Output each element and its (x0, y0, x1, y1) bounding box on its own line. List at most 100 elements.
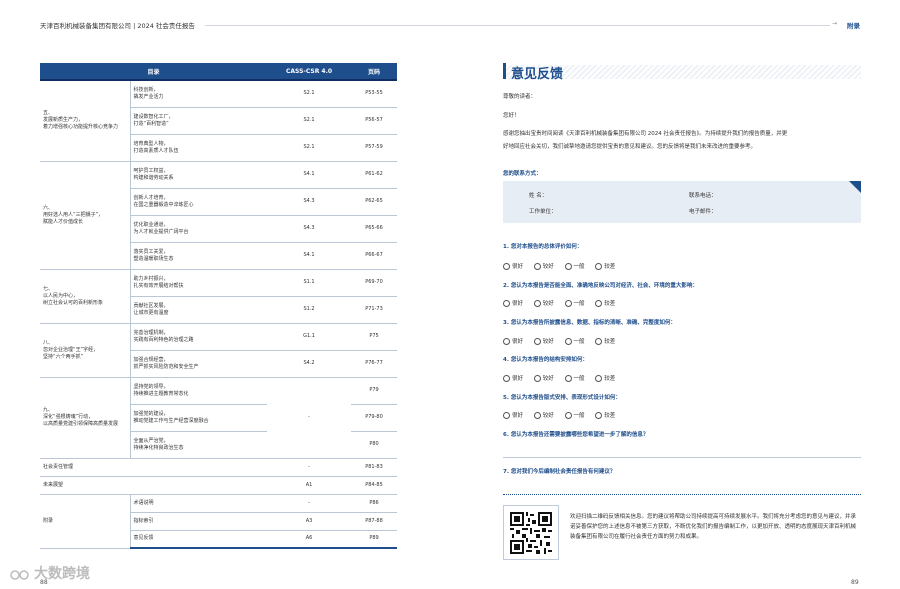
option-average[interactable]: 一般 (564, 262, 585, 270)
options-q4: 很好 较好 一般 较差 (503, 374, 624, 384)
section-cell: 培育典型人物， 打造高素质人才队伍 (130, 134, 268, 162)
page-cell: P61-62 (351, 161, 398, 189)
page-cell: P56-57 (351, 107, 398, 135)
question-1: 1. 您对本报告的总体评价如何： (503, 244, 583, 250)
page-number-right: 89 (851, 579, 859, 586)
page-cell: P66-67 (351, 242, 398, 270)
radio-icon (503, 262, 510, 270)
page-cell: P57-59 (351, 134, 398, 162)
corner-fold (849, 181, 861, 193)
report-title: 天津百利机械装备集团有限公司 | 2024 社会责任报告 (40, 22, 195, 30)
option-very-good[interactable]: 很好 (503, 299, 523, 307)
page-cell: P71-73 (351, 296, 398, 324)
code-cell: S4.3 (267, 215, 352, 243)
page-cell: P86 (351, 494, 398, 513)
heading-bar (503, 63, 506, 79)
name-label: 姓 名： (529, 193, 548, 199)
closing-text: 欢迎扫描二维码反馈相关信息。您的建议将帮助公司持续提高可持续发展水平。我们将充分… (570, 514, 857, 540)
option-good[interactable]: 较好 (533, 262, 554, 270)
radio-icon (564, 411, 572, 419)
radio-icon (564, 337, 572, 345)
page-cell: P79 (351, 377, 398, 405)
section-cell: 意见反馈 (130, 530, 268, 549)
chapter-cell: 八、 忽对企业治理“王”字经， 坚持“六个两手抓” (40, 323, 131, 378)
page-cell: P65-66 (351, 215, 398, 243)
qr-code-icon (510, 512, 552, 554)
watermark-text: 大数跨境 (34, 566, 90, 582)
radio-icon (595, 262, 603, 270)
page-cell: P81-83 (351, 458, 398, 477)
option-good[interactable]: 较好 (533, 411, 554, 419)
chapter-cell: 附录 (40, 494, 131, 549)
section-tag: 附录 (847, 22, 860, 30)
code-cell: S4.1 (267, 161, 352, 189)
intro-line-1: 感谢您抽出宝贵时间阅读《天津百利机械装备集团有限公司 2024 社会责任报告》。… (503, 131, 788, 137)
section-cell: 贡献社区发展， 让城市更有温度 (130, 296, 268, 324)
header-rule (205, 25, 830, 26)
code-cell: A6 (267, 530, 352, 549)
page-cell: P75 (351, 323, 398, 351)
option-very-good[interactable]: 很好 (503, 262, 523, 270)
answer-line-6 (503, 457, 861, 458)
question-6: 6. 您认为本报告还需要披露哪些您希望进一步了解的信息？ (503, 432, 649, 438)
option-average[interactable]: 一般 (564, 411, 585, 419)
option-good[interactable]: 较好 (533, 299, 554, 307)
option-average[interactable]: 一般 (564, 374, 585, 382)
watermark-logo-icon (10, 570, 29, 580)
section-cell: 坚持党的领导， 持续推进主题教育常态化 (130, 377, 268, 405)
chapter-cell: 未来展望 (40, 476, 268, 495)
options-q2: 很好 较好 一般 较差 (503, 299, 624, 309)
option-good[interactable]: 较好 (533, 374, 554, 382)
greeting: 尊敬的读者： (503, 94, 537, 100)
radio-icon (564, 299, 572, 307)
table-row: 八、 忽对企业治理“王”字经， 坚持“六个两手抓” 完善治理机制， 实践有百利特… (40, 323, 398, 378)
option-poor[interactable]: 较差 (595, 411, 615, 419)
chapter-cell: 社会责任管理 (40, 458, 268, 477)
code-cell: S2.1 (267, 134, 352, 162)
code-cell: S4.1 (267, 242, 352, 270)
code-cell: S2.1 (267, 107, 352, 135)
section-cell: 全面从严治党， 持续净化特良政治生态 (130, 431, 268, 459)
section-cell: 加强党的建设， 推动党建工作与生产经营深度融合 (130, 404, 268, 432)
option-very-good[interactable]: 很好 (503, 374, 523, 382)
hello-text: 您好！ (503, 113, 520, 119)
radio-icon (533, 374, 541, 382)
section-cell: 助力乡村振兴， 扎实有效开展结对帮扶 (130, 269, 268, 297)
section-cell: 科技创新， 撬发产业活力 (130, 80, 268, 108)
option-very-good[interactable]: 很好 (503, 411, 523, 419)
option-poor[interactable]: 较差 (595, 299, 615, 307)
section-cell: 加强合规经营， 抓严抓实风险防范和安全生产 (130, 350, 268, 378)
table-row: 七、 以人民为中心， 树立社会认可的百利新形象 助力乡村振兴， 扎实有效开展结对… (40, 269, 398, 324)
radio-icon (503, 411, 510, 419)
code-cell: S4.3 (267, 188, 352, 216)
page-cell: P79-80 (351, 404, 398, 432)
option-average[interactable]: 一般 (564, 337, 585, 345)
section-cell: 呵护员工权益， 构建和谐劳动关系 (130, 161, 268, 189)
header-cass: CASS-CSR 4.0 (267, 63, 352, 81)
chapter-cell: 九、 深化“强根铸魂”行动， 以高质量党建引领保障高质量发展 (40, 377, 131, 459)
radio-icon (564, 262, 572, 270)
page-cell: P89 (351, 530, 398, 549)
table-row: 社会责任管理 - P81-83 (40, 458, 398, 477)
watermark: 大数跨境 (10, 563, 90, 583)
section-cell: 术语说明 (130, 494, 268, 513)
page-cell: P53-55 (351, 80, 398, 108)
email-label: 电子邮件： (689, 209, 717, 215)
answer-line-7 (503, 494, 861, 495)
radio-icon (503, 299, 510, 307)
option-very-good[interactable]: 很好 (503, 337, 523, 345)
code-cell: S4.2 (267, 350, 352, 378)
option-poor[interactable]: 较差 (595, 374, 615, 382)
radio-icon (533, 411, 541, 419)
option-poor[interactable]: 较差 (595, 262, 615, 270)
arrow-right-icon: → (831, 20, 837, 27)
option-average[interactable]: 一般 (564, 299, 585, 307)
table-row: 六、 用好选人用人“三把镊子”， 赋能人才价值成长 呵护员工权益， 构建和谐劳动… (40, 161, 398, 270)
page-cell: P62-65 (351, 188, 398, 216)
code-cell: A3 (267, 512, 352, 531)
qr-code (503, 505, 559, 560)
option-poor[interactable]: 较差 (595, 337, 615, 345)
option-good[interactable]: 较好 (533, 337, 554, 345)
code-cell: S2.1 (267, 80, 352, 108)
question-3: 3. 您认为本报告所披露信息、数据、指标的清晰、准确、完整度如何： (503, 320, 676, 326)
